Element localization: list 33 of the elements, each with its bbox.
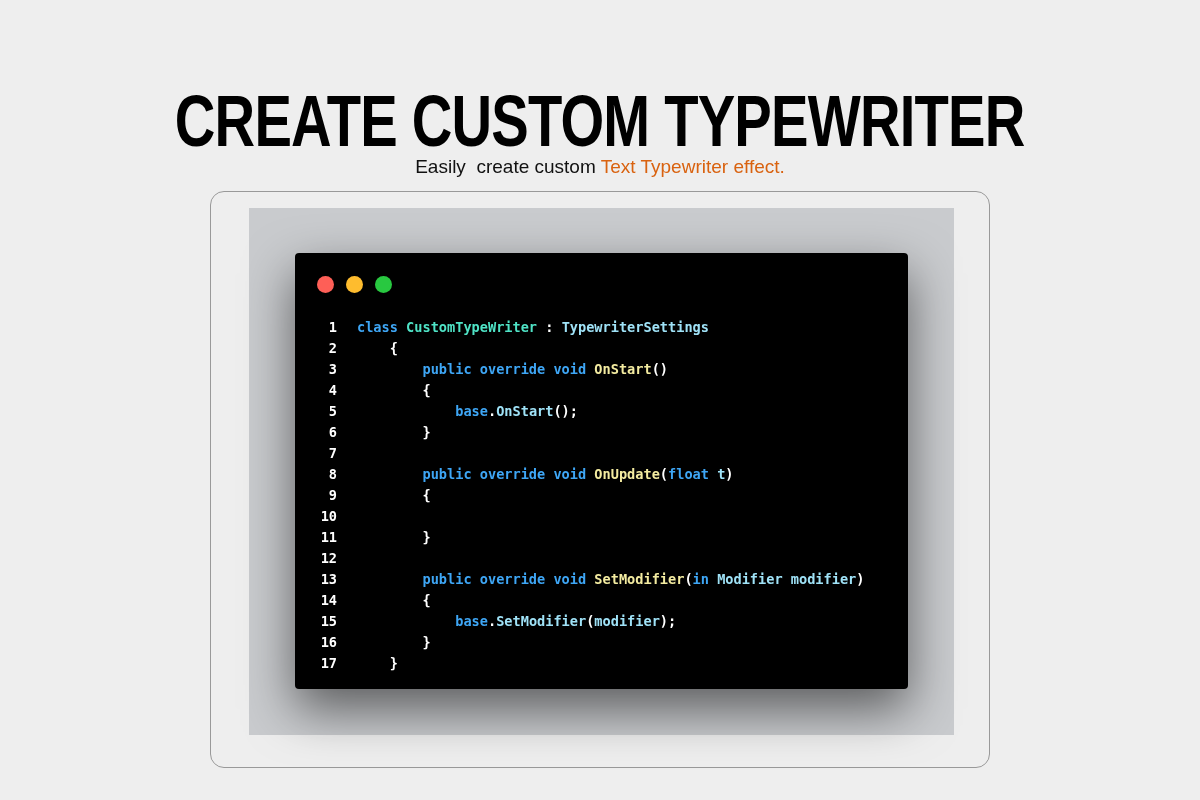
line-number: 10 [319, 507, 337, 526]
line-number: 16 [319, 633, 337, 652]
code-line: base.OnStart(); [454, 402, 578, 421]
line-number: 11 [319, 528, 337, 547]
line-number: 17 [319, 654, 337, 673]
headline: CREATE CUSTOM TYPEWRITER [175, 94, 1025, 148]
line-number: 12 [319, 549, 337, 568]
line-number: 7 [327, 444, 337, 463]
line-number: 5 [327, 402, 337, 421]
code-line: base.SetModifier(modifier); [454, 612, 677, 631]
code-line: public override void SetModifier(in Modifier modifier) [421, 570, 865, 589]
code-line: public override void OnUpdate(float t) [421, 465, 734, 484]
code-line: } [421, 423, 431, 442]
code-line: public override void OnStart() [421, 360, 668, 379]
line-number: 6 [327, 423, 337, 442]
line-number: 15 [319, 612, 337, 631]
code-line: { [421, 591, 431, 610]
code-line: } [421, 528, 431, 547]
line-number: 3 [327, 360, 337, 379]
code-line: { [421, 381, 431, 400]
line-number: 9 [327, 486, 337, 505]
subtitle: Easily create custom Text Typewriter effect. [415, 155, 785, 179]
line-number: 8 [327, 465, 337, 484]
code-line: } [388, 654, 398, 673]
line-number: 2 [327, 339, 337, 358]
line-number: 13 [319, 570, 337, 589]
line-number: 4 [327, 381, 337, 400]
code-line: { [388, 339, 398, 358]
line-number: 1 [327, 318, 337, 337]
code-line: } [421, 633, 431, 652]
line-number: 14 [319, 591, 337, 610]
code-line: { [421, 486, 431, 505]
code-line: class CustomTypeWriter : TypewriterSettings [357, 318, 709, 337]
